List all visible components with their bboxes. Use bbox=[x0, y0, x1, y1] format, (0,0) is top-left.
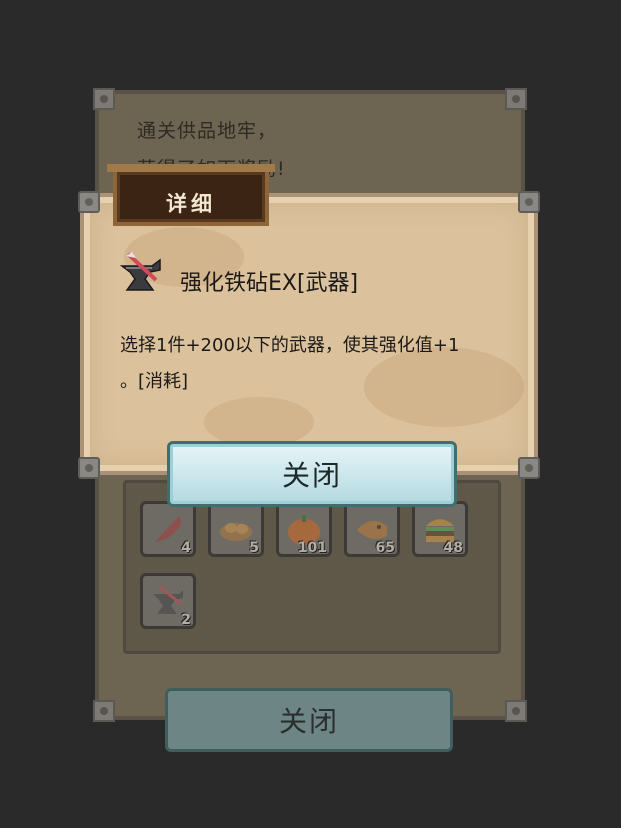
detail-title-tab: 详细 bbox=[107, 164, 275, 226]
item-count: 65 bbox=[375, 540, 395, 556]
reward-item-slot[interactable]: 2 bbox=[140, 573, 196, 629]
corner-rivet-icon bbox=[78, 457, 100, 479]
item-description-line1: 选择1件+200以下的武器，使其强化值+1 bbox=[120, 335, 460, 356]
reward-item-slot[interactable]: 101 bbox=[276, 501, 332, 557]
item-description-line2: 。[消耗] bbox=[120, 371, 189, 392]
corner-rivet-icon bbox=[505, 700, 527, 722]
anvil-icon bbox=[119, 252, 161, 291]
reward-message-line1: 通关供品地牢， bbox=[137, 120, 278, 142]
detail-title: 详细 bbox=[166, 192, 216, 216]
item-count: 4 bbox=[181, 540, 191, 556]
corner-rivet-icon bbox=[518, 191, 540, 213]
corner-rivet-icon bbox=[78, 191, 100, 213]
reward-item-slot[interactable]: 4 bbox=[140, 501, 196, 557]
corner-rivet-icon bbox=[93, 700, 115, 722]
corner-rivet-icon bbox=[93, 88, 115, 110]
detail-close-button[interactable]: 关闭 bbox=[167, 441, 457, 507]
corner-rivet-icon bbox=[518, 457, 540, 479]
item-description: 选择1件+200以下的武器，使其强化值+1 。[消耗] bbox=[120, 328, 500, 400]
corner-rivet-icon bbox=[505, 88, 527, 110]
reward-close-button[interactable]: 关闭 bbox=[165, 688, 453, 752]
item-count: 2 bbox=[181, 612, 191, 628]
reward-item-slot[interactable]: 5 bbox=[208, 501, 264, 557]
item-count: 101 bbox=[297, 540, 327, 556]
reward-item-slot[interactable]: 65 bbox=[344, 501, 400, 557]
reward-item-slot[interactable]: 48 bbox=[412, 501, 468, 557]
item-count: 48 bbox=[443, 540, 463, 556]
item-count: 5 bbox=[249, 540, 259, 556]
item-name: 强化铁砧EX[武器] bbox=[180, 271, 359, 296]
